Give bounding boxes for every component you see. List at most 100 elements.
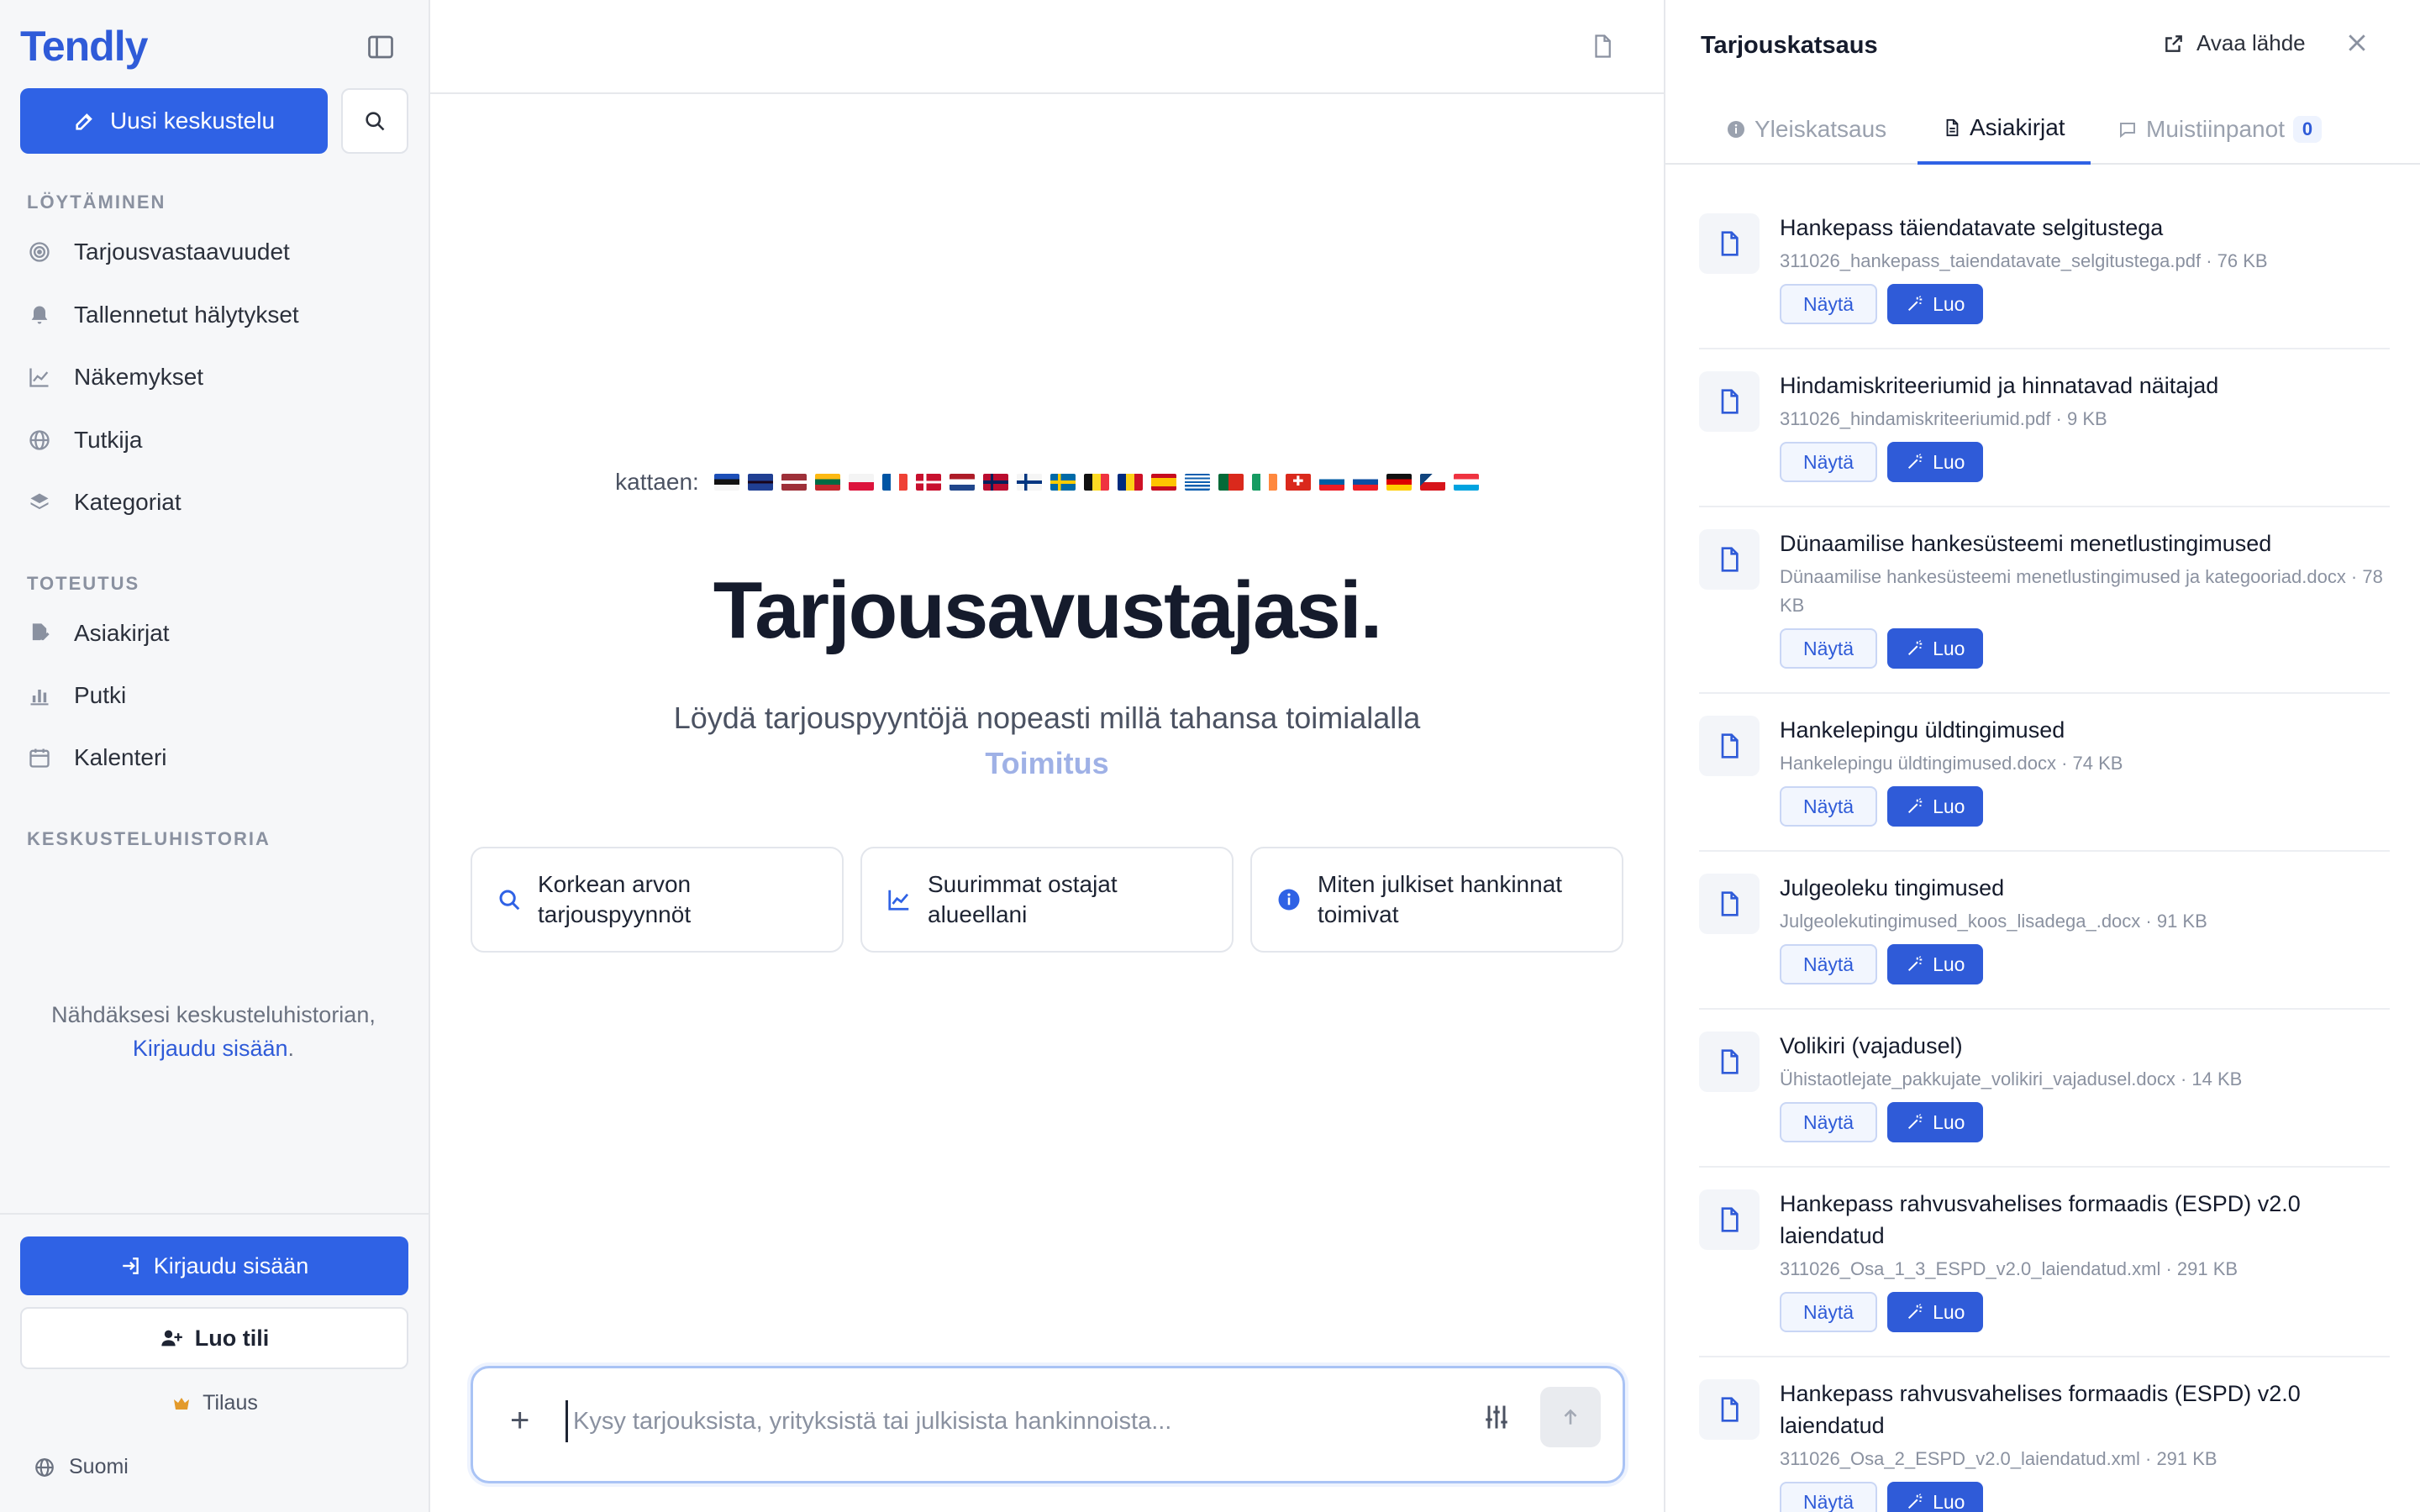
sidebar-item-label: Tarjousvastaavuudet xyxy=(74,239,290,265)
sidebar-item-categories[interactable]: Kategoriat xyxy=(27,477,405,528)
document-item: Hindamiskriteeriumid ja hinnatavad näita… xyxy=(1699,349,2390,507)
document-panel-toggle-icon[interactable] xyxy=(1590,32,1618,62)
tab-label: Muistiinpanot xyxy=(2146,116,2285,142)
view-document-button[interactable]: Näytä xyxy=(1780,786,1878,827)
create-from-document-button[interactable]: Luo xyxy=(1887,442,1984,482)
tab-notes[interactable]: Muistiinpanot 0 xyxy=(2118,94,2322,165)
create-from-document-button[interactable]: Luo xyxy=(1887,628,1984,669)
create-from-document-button[interactable]: Luo xyxy=(1887,1292,1984,1332)
sidebar-item-label: Tutkija xyxy=(74,427,143,453)
document-file-meta: Dünaamilise hankesüsteemi menetlustingim… xyxy=(1780,566,2383,616)
attach-plus-icon[interactable]: + xyxy=(510,1404,529,1437)
info-icon xyxy=(1276,886,1302,913)
sidebar-item-label: Putki xyxy=(74,682,127,708)
filters-sliders-icon[interactable] xyxy=(1481,1402,1515,1436)
open-source-link[interactable]: Avaa lähde xyxy=(2163,30,2306,56)
sidebar-item-bid-matches[interactable]: Tarjousvastaavuudet xyxy=(27,227,405,277)
chat-icon xyxy=(2120,123,2135,139)
document-actions: Näytä Luo xyxy=(1780,628,2390,669)
flag-lt-icon xyxy=(814,474,840,491)
document-icon xyxy=(1699,213,1760,274)
create-account-label: Luo tili xyxy=(194,1325,270,1351)
create-from-document-button[interactable]: Luo xyxy=(1887,284,1984,324)
open-source-label: Avaa lähde xyxy=(2196,30,2306,55)
flag-nl-icon xyxy=(949,474,975,491)
document-item: Hankelepingu üldtingimused Hankelepingu … xyxy=(1699,694,2390,852)
suggestion-how-procurement-works[interactable]: Miten julkiset hankinnat toimivat xyxy=(1250,847,1623,953)
create-account-button[interactable]: Luo tili xyxy=(20,1307,408,1369)
sidebar-item-pipeline[interactable]: Putki xyxy=(27,670,405,721)
document-actions: Näytä Luo xyxy=(1780,786,2390,827)
sidebar-item-explorer[interactable]: Tutkija xyxy=(27,415,405,465)
document-file-meta: Julgeolekutingimused_koos_lisadega_.docx… xyxy=(1780,911,2207,932)
view-document-button[interactable]: Näytä xyxy=(1780,628,1878,669)
flag-ch-icon: ✚ xyxy=(1285,474,1311,491)
view-document-button[interactable]: Näytä xyxy=(1780,442,1878,482)
crown-icon xyxy=(174,1397,190,1410)
document-actions: Näytä Luo xyxy=(1780,442,2390,482)
flag-es-icon xyxy=(1150,474,1176,491)
view-document-button[interactable]: Näytä xyxy=(1780,284,1878,324)
external-link-icon xyxy=(2165,34,2182,52)
flag-pt-icon xyxy=(1218,474,1244,491)
create-from-document-button[interactable]: Luo xyxy=(1887,1102,1984,1142)
sidebar-toggle-icon[interactable] xyxy=(365,32,397,62)
sidebar-item-label: Näkemykset xyxy=(74,364,204,390)
create-from-document-button[interactable]: Luo xyxy=(1887,786,1984,827)
create-from-document-button[interactable]: Luo xyxy=(1887,1482,1984,1512)
chat-input[interactable] xyxy=(566,1400,1406,1442)
search-button[interactable] xyxy=(341,88,408,154)
document-icon xyxy=(1699,716,1760,776)
magic-wand-icon xyxy=(1908,296,1923,312)
document-actions: Näytä Luo xyxy=(1780,1292,2390,1332)
sidebar-footer: Kirjaudu sisään Luo tili Tilaus Suomi xyxy=(0,1213,429,1512)
flag-ro-icon xyxy=(1117,474,1143,491)
flag-cz-icon xyxy=(1419,474,1445,491)
sidebar-item-calendar[interactable]: Kalenteri xyxy=(27,732,405,783)
tab-documents[interactable]: Asiakirjat xyxy=(1918,94,2091,165)
document-name: Julgeoleku tingimused xyxy=(1780,875,2005,900)
document-name: Hindamiskriteeriumid ja hinnatavad näita… xyxy=(1780,373,2219,398)
brand-logo[interactable]: Tendly xyxy=(20,22,148,71)
suggestion-top-buyers[interactable]: Suurimmat ostajat alueellani xyxy=(860,847,1234,953)
create-from-document-button[interactable]: Luo xyxy=(1887,944,1984,984)
view-document-button[interactable]: Näytä xyxy=(1780,944,1878,984)
create-label: Luo xyxy=(1933,450,1965,473)
document-edit-icon xyxy=(27,621,52,646)
create-label: Luo xyxy=(1933,292,1965,315)
document-item: Hankepass täiendatavate selgitustega 311… xyxy=(1699,192,2390,349)
tab-overview[interactable]: Yleiskatsaus xyxy=(1726,94,1886,165)
history-login-link[interactable]: Kirjaudu sisään xyxy=(133,1036,288,1061)
login-button[interactable]: Kirjaudu sisään xyxy=(20,1236,408,1295)
sidebar-item-insights[interactable]: Näkemykset xyxy=(27,352,405,402)
tender-overview-panel: Tarjouskatsaus Avaa lähde Yleiskatsaus A… xyxy=(1664,0,2420,1512)
history-msg-suffix: . xyxy=(287,1036,295,1061)
flag-ie-icon xyxy=(1251,474,1277,491)
document-name: Hankepass täiendatavate selgitustega xyxy=(1780,215,2164,240)
document-file-meta: 311026_Osa_1_3_ESPD_v2.0_laiendatud.xml … xyxy=(1780,1258,2238,1279)
language-selector[interactable]: Suomi xyxy=(34,1455,129,1479)
suggestion-high-value-tenders[interactable]: Korkean arvon tarjouspyynnöt xyxy=(471,847,844,953)
tab-label: Yleiskatsaus xyxy=(1754,116,1887,142)
flag-de-icon xyxy=(1386,474,1412,491)
send-button[interactable] xyxy=(1540,1387,1601,1447)
document-file-meta: 311026_hindamiskriteeriumid.pdf · 9 KB xyxy=(1780,408,2107,429)
user-plus-icon xyxy=(161,1330,182,1347)
sidebar-item-saved-alerts[interactable]: Tallennetut hälytykset xyxy=(27,290,405,340)
globe-icon xyxy=(27,428,52,453)
magic-wand-icon xyxy=(1908,454,1923,470)
document-file-meta: Hankelepingu üldtingimused.docx · 74 KB xyxy=(1780,753,2123,774)
document-actions: Näytä Luo xyxy=(1780,944,2390,984)
sidebar-item-documents[interactable]: Asiakirjat xyxy=(27,608,405,659)
close-icon[interactable] xyxy=(2344,30,2375,60)
view-document-button[interactable]: Näytä xyxy=(1780,1292,1878,1332)
flag-si-icon xyxy=(1318,474,1344,491)
flag-fr-icon xyxy=(881,474,908,491)
flag-se-icon xyxy=(1050,474,1076,491)
document-icon xyxy=(1699,1032,1760,1092)
flag-no-icon xyxy=(982,474,1008,491)
subscription-link[interactable]: Tilaus xyxy=(0,1391,429,1415)
view-document-button[interactable]: Näytä xyxy=(1780,1102,1878,1142)
new-chat-button[interactable]: Uusi keskustelu xyxy=(20,88,328,154)
view-document-button[interactable]: Näytä xyxy=(1780,1482,1878,1512)
